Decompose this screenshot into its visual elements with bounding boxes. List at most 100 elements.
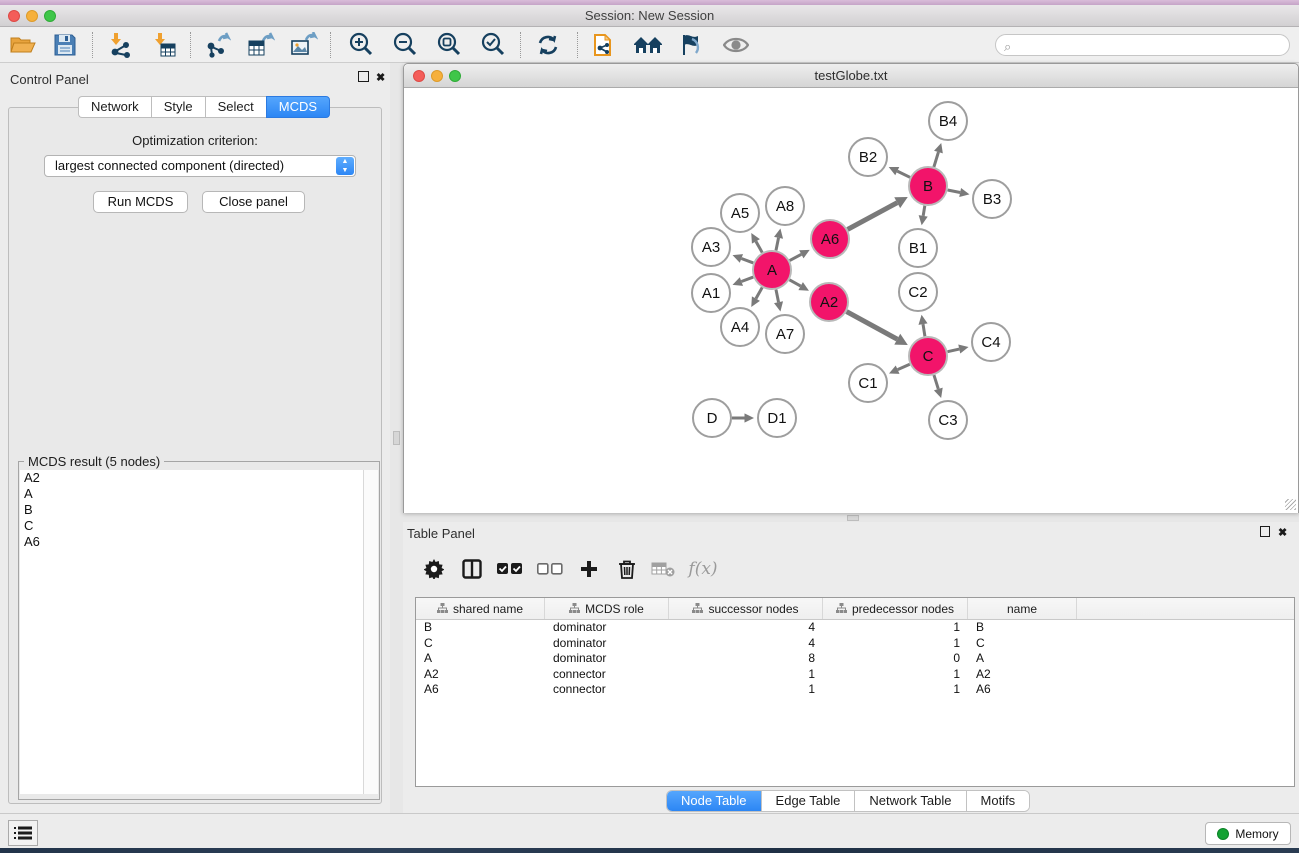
table-cell[interactable]: 1 — [823, 682, 968, 698]
run-mcds-button[interactable]: Run MCDS — [93, 191, 188, 213]
graph-node-C3[interactable]: C3 — [929, 401, 967, 439]
graph-edge-A-A2[interactable] — [789, 280, 800, 286]
table-cell[interactable]: 4 — [669, 636, 823, 652]
graph-node-C1[interactable]: C1 — [849, 364, 887, 402]
graph-edge-A6-B[interactable] — [848, 203, 898, 230]
tab-node-table[interactable]: Node Table — [667, 791, 762, 811]
splitter-handle[interactable] — [847, 515, 859, 521]
mcds-result-item[interactable]: A2 — [20, 470, 365, 486]
table-cell[interactable]: A2 — [416, 667, 545, 683]
tab-network-table[interactable]: Network Table — [855, 791, 966, 811]
create-column-icon[interactable] — [574, 554, 604, 584]
open-session-icon[interactable] — [8, 31, 38, 59]
zoom-in-icon[interactable] — [346, 31, 376, 59]
table-cell[interactable]: C — [416, 636, 545, 652]
delete-column-icon[interactable] — [612, 554, 642, 584]
table-cell[interactable]: B — [416, 620, 545, 636]
tab-edge-table[interactable]: Edge Table — [762, 791, 856, 811]
table-cell[interactable]: C — [968, 636, 1077, 652]
graph-node-A8[interactable]: A8 — [766, 187, 804, 225]
graph-node-A6[interactable]: A6 — [811, 220, 849, 258]
tab-motifs[interactable]: Motifs — [967, 791, 1030, 811]
graph-node-A[interactable]: A — [753, 251, 791, 289]
table-cell[interactable]: connector — [545, 682, 669, 698]
graph-edge-A-A1[interactable] — [741, 277, 753, 281]
table-cell[interactable]: 1 — [823, 667, 968, 683]
graph-node-A5[interactable]: A5 — [721, 194, 759, 232]
close-table-panel-icon[interactable]: ✖ — [1278, 526, 1287, 539]
float-table-panel-icon[interactable] — [1260, 526, 1270, 537]
delete-table-icon[interactable] — [648, 554, 678, 584]
graph-edge-C-C2[interactable] — [923, 324, 925, 336]
details-toggle-icon[interactable] — [675, 31, 705, 59]
function-builder-icon[interactable]: f(x) — [683, 554, 723, 584]
table-cell[interactable]: A — [416, 651, 545, 667]
new-network-file-icon[interactable] — [590, 31, 620, 59]
graph-node-B4[interactable]: B4 — [929, 102, 967, 140]
select-all-columns-icon[interactable] — [495, 554, 525, 584]
close-panel-button[interactable]: Close panel — [202, 191, 305, 213]
search-field[interactable]: ⌕ — [995, 34, 1290, 56]
graph-edge-C-C3[interactable] — [934, 375, 938, 389]
column-header-shared-name[interactable]: shared name — [416, 598, 545, 619]
graph-edge-A-A8[interactable] — [776, 238, 779, 251]
task-history-button[interactable] — [8, 820, 38, 846]
table-cell[interactable]: dominator — [545, 636, 669, 652]
close-view-button[interactable] — [413, 70, 425, 82]
minimize-view-button[interactable] — [431, 70, 443, 82]
mcds-result-item[interactable]: A — [20, 486, 365, 502]
mcds-result-item[interactable]: A6 — [20, 534, 365, 550]
table-cell[interactable]: dominator — [545, 620, 669, 636]
graph-edge-A-A3[interactable] — [741, 258, 753, 262]
graph-edge-A-A6[interactable] — [790, 254, 802, 260]
table-settings-icon[interactable] — [419, 554, 449, 584]
table-cell[interactable]: 8 — [669, 651, 823, 667]
graph-node-B3[interactable]: B3 — [973, 180, 1011, 218]
tab-mcds[interactable]: MCDS — [266, 96, 330, 118]
graph-node-A4[interactable]: A4 — [721, 308, 759, 346]
show-column-icon[interactable] — [457, 554, 487, 584]
graph-edge-C-C1[interactable] — [898, 364, 910, 369]
table-cell[interactable]: A6 — [968, 682, 1077, 698]
export-network-icon[interactable] — [203, 31, 233, 59]
close-window-button[interactable] — [8, 10, 20, 22]
graph-node-A3[interactable]: A3 — [692, 228, 730, 266]
network-canvas[interactable]: B4B2BB3A5A8A6A3B1AA1C2A2A4A7CC4C1C3DD1 — [404, 89, 1298, 513]
graph-node-D1[interactable]: D1 — [758, 399, 796, 437]
zoom-fit-icon[interactable] — [434, 31, 464, 59]
tab-network[interactable]: Network — [78, 96, 151, 118]
search-input[interactable] — [1022, 36, 1282, 54]
table-cell[interactable]: connector — [545, 667, 669, 683]
graph-edge-B-B1[interactable] — [923, 206, 925, 216]
refresh-icon[interactable] — [533, 31, 563, 59]
vertical-splitter[interactable] — [390, 63, 403, 818]
graph-node-C4[interactable]: C4 — [972, 323, 1010, 361]
criterion-dropdown[interactable]: largest connected component (directed) ▲… — [44, 155, 356, 177]
table-row[interactable]: Adominator80A — [416, 651, 1294, 667]
table-cell[interactable]: 1 — [823, 636, 968, 652]
unselect-all-columns-icon[interactable] — [535, 554, 565, 584]
table-cell[interactable]: B — [968, 620, 1077, 636]
table-cell[interactable]: A6 — [416, 682, 545, 698]
zoom-view-button[interactable] — [449, 70, 461, 82]
home-icon[interactable] — [633, 31, 663, 59]
column-header-MCDS-role[interactable]: MCDS role — [545, 598, 669, 619]
result-scrollbar[interactable] — [363, 470, 378, 794]
table-row[interactable]: Cdominator41C — [416, 636, 1294, 652]
table-cell[interactable]: 1 — [823, 620, 968, 636]
zoom-window-button[interactable] — [44, 10, 56, 22]
graph-edge-B-B3[interactable] — [948, 190, 961, 193]
table-row[interactable]: Bdominator41B — [416, 620, 1294, 636]
graph-edge-B-B4[interactable] — [934, 152, 939, 167]
graph-node-A1[interactable]: A1 — [692, 274, 730, 312]
horizontal-splitter[interactable] — [403, 513, 1299, 522]
graph-edge-A2-C[interactable] — [847, 312, 898, 340]
graph-node-C[interactable]: C — [909, 337, 947, 375]
graph-node-A2[interactable]: A2 — [810, 283, 848, 321]
graph-edge-A-A4[interactable] — [756, 287, 762, 298]
table-cell[interactable]: 1 — [669, 667, 823, 683]
minimize-window-button[interactable] — [26, 10, 38, 22]
graph-edge-C-C4[interactable] — [948, 349, 960, 352]
splitter-handle[interactable] — [393, 431, 400, 445]
tab-select[interactable]: Select — [205, 96, 266, 118]
